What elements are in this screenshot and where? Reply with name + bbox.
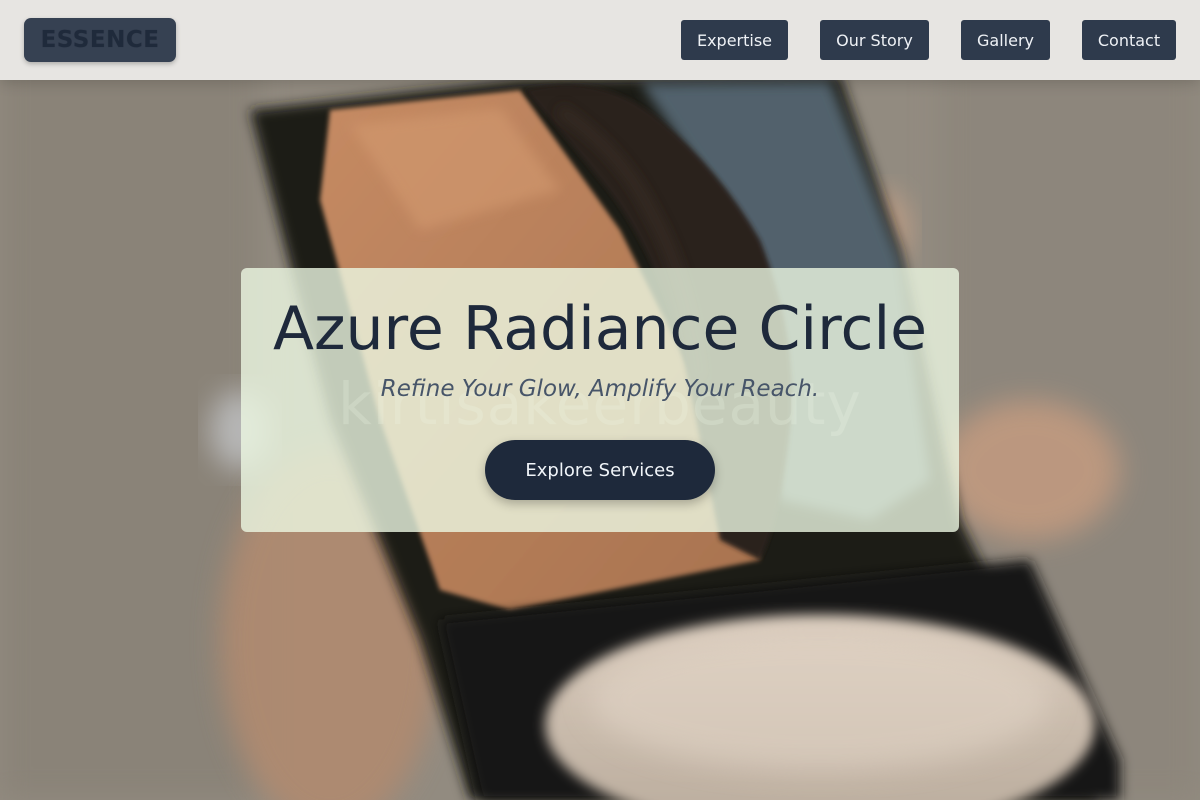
nav-expertise-button[interactable]: Expertise	[681, 20, 788, 60]
explore-services-button[interactable]: Explore Services	[485, 440, 715, 500]
main-navigation: Expertise Our Story Gallery Contact	[0, 20, 1200, 60]
hero-title: Azure Radiance Circle	[272, 294, 928, 364]
nav-our-story-button[interactable]: Our Story	[820, 20, 929, 60]
hero-card: Azure Radiance Circle Refine Your Glow, …	[241, 268, 959, 532]
site-header: ESSENCE Expertise Our Story Gallery Cont…	[0, 0, 1200, 80]
nav-contact-button[interactable]: Contact	[1082, 20, 1176, 60]
nav-gallery-button[interactable]: Gallery	[961, 20, 1050, 60]
hero-subtitle: Refine Your Glow, Amplify Your Reach.	[380, 376, 820, 402]
